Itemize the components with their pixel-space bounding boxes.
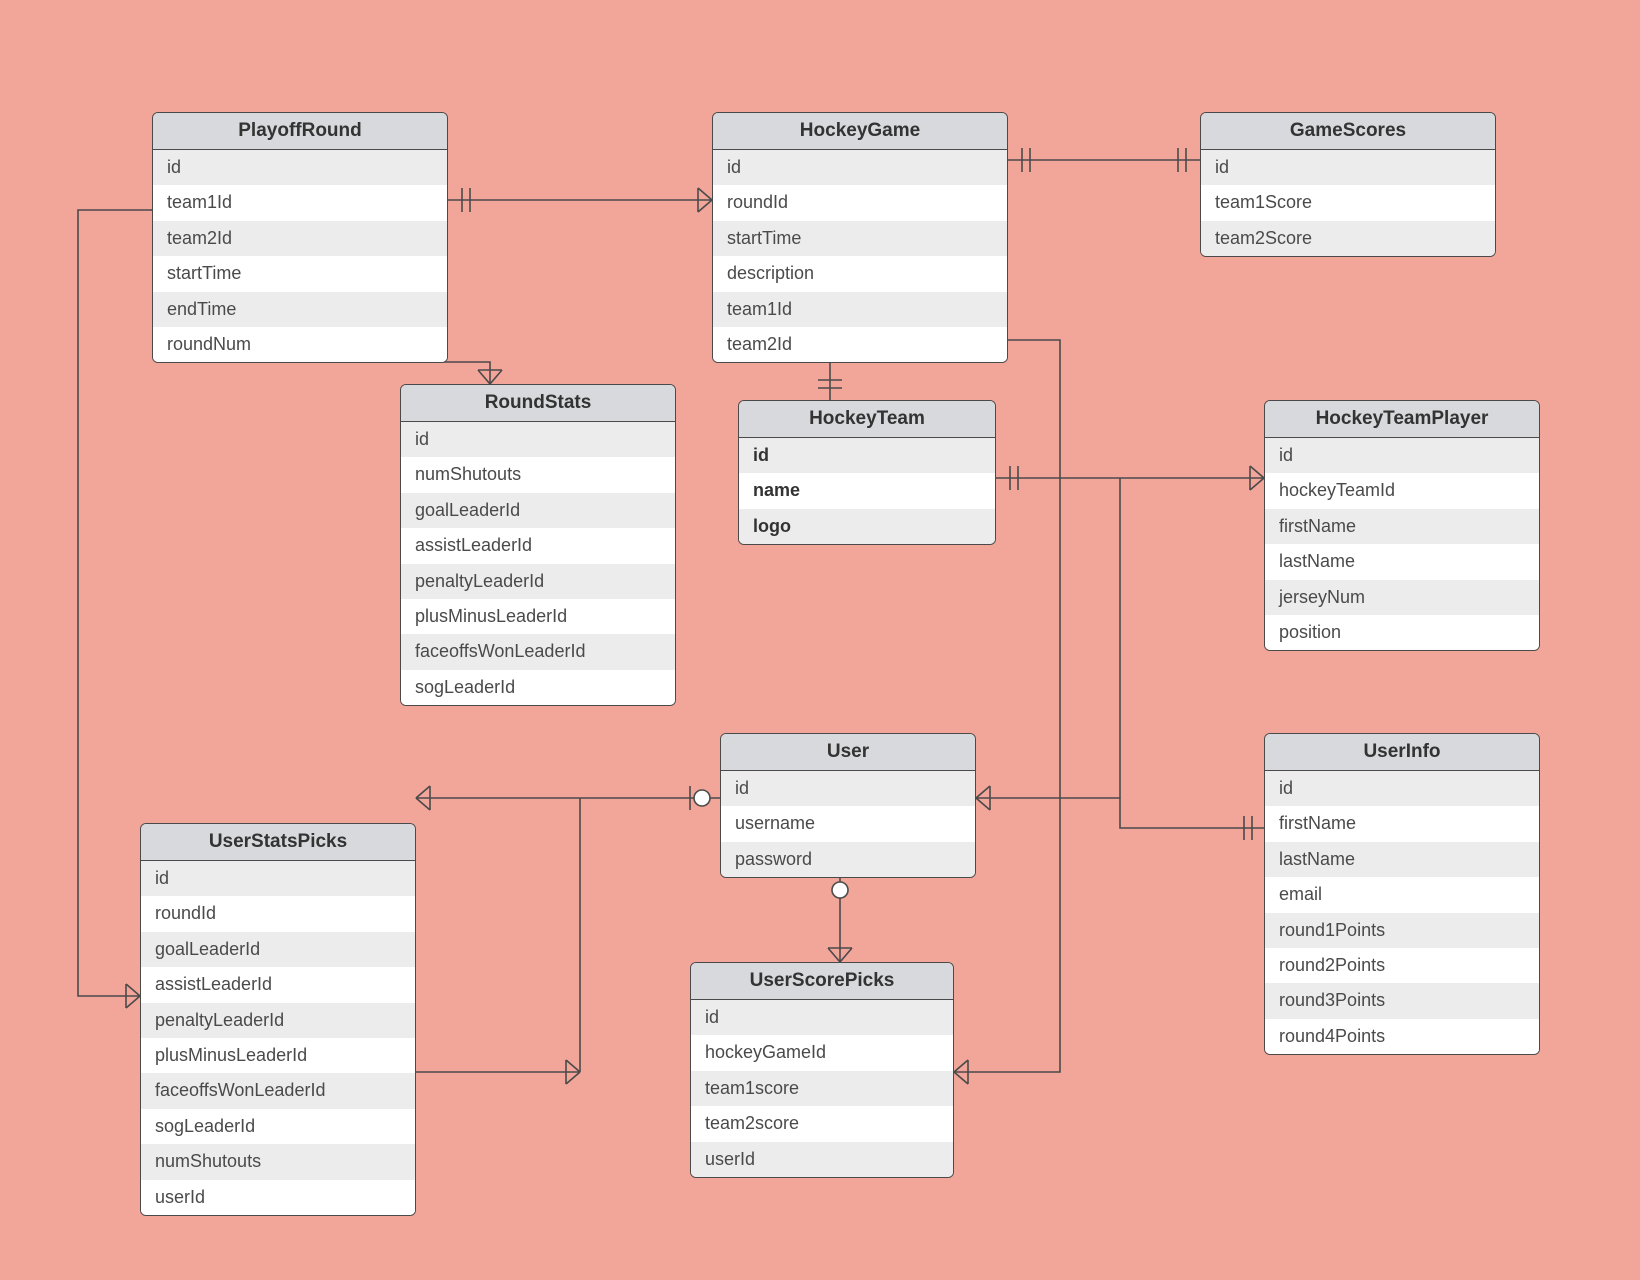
entity-field: faceoffsWonLeaderId <box>141 1073 415 1108</box>
entity-field: goalLeaderId <box>401 493 675 528</box>
entity-field: id <box>401 422 675 457</box>
entity-field: hockeyGameId <box>691 1035 953 1070</box>
entity-field: startTime <box>153 256 447 291</box>
entity-field: roundId <box>713 185 1007 220</box>
entity-field: userId <box>691 1142 953 1177</box>
entity-field: team2score <box>691 1106 953 1141</box>
entity-gameScores[interactable]: GameScoresidteam1Scoreteam2Score <box>1200 112 1496 257</box>
entity-field: team1score <box>691 1071 953 1106</box>
entity-field: lastName <box>1265 544 1539 579</box>
entity-field: plusMinusLeaderId <box>141 1038 415 1073</box>
entity-field: id <box>721 771 975 806</box>
entity-field: faceoffsWonLeaderId <box>401 634 675 669</box>
entity-field: position <box>1265 615 1539 650</box>
entity-title: GameScores <box>1201 113 1495 150</box>
entity-playoffRound[interactable]: PlayoffRoundidteam1Idteam2IdstartTimeend… <box>152 112 448 363</box>
entity-title: RoundStats <box>401 385 675 422</box>
entity-field: team2Id <box>713 327 1007 362</box>
entity-field: round1Points <box>1265 913 1539 948</box>
entity-roundStats[interactable]: RoundStatsidnumShutoutsgoalLeaderIdassis… <box>400 384 676 706</box>
entity-field: roundNum <box>153 327 447 362</box>
entity-field: plusMinusLeaderId <box>401 599 675 634</box>
entity-title: HockeyGame <box>713 113 1007 150</box>
entity-field: numShutouts <box>401 457 675 492</box>
entity-field: team1Id <box>153 185 447 220</box>
entity-title: UserScorePicks <box>691 963 953 1000</box>
entity-user[interactable]: Useridusernamepassword <box>720 733 976 878</box>
entity-field: jerseyNum <box>1265 580 1539 615</box>
entity-field: firstName <box>1265 806 1539 841</box>
entity-field: description <box>713 256 1007 291</box>
entity-field: penaltyLeaderId <box>401 564 675 599</box>
entity-field: assistLeaderId <box>401 528 675 563</box>
entity-field: userId <box>141 1180 415 1215</box>
entity-field: sogLeaderId <box>141 1109 415 1144</box>
entity-userScorePicks[interactable]: UserScorePicksidhockeyGameIdteam1scorete… <box>690 962 954 1178</box>
entity-field: goalLeaderId <box>141 932 415 967</box>
entity-field: team2Id <box>153 221 447 256</box>
entity-field: assistLeaderId <box>141 967 415 1002</box>
entity-field: startTime <box>713 221 1007 256</box>
entity-title: UserInfo <box>1265 734 1539 771</box>
entity-hockeyTeam[interactable]: HockeyTeamidnamelogo <box>738 400 996 545</box>
entity-field: logo <box>739 509 995 544</box>
entity-field: team2Score <box>1201 221 1495 256</box>
entity-hockeyTeamPlayer[interactable]: HockeyTeamPlayeridhockeyTeamIdfirstNamel… <box>1264 400 1540 651</box>
entity-field: roundId <box>141 896 415 931</box>
entity-userInfo[interactable]: UserInfoidfirstNamelastNameemailround1Po… <box>1264 733 1540 1055</box>
entity-field: id <box>153 150 447 185</box>
entity-field: sogLeaderId <box>401 670 675 705</box>
entity-field: penaltyLeaderId <box>141 1003 415 1038</box>
entity-field: id <box>1265 771 1539 806</box>
entity-field: id <box>713 150 1007 185</box>
entity-hockeyGame[interactable]: HockeyGameidroundIdstartTimedescriptiont… <box>712 112 1008 363</box>
entity-title: UserStatsPicks <box>141 824 415 861</box>
entity-field: id <box>739 438 995 473</box>
entity-title: HockeyTeamPlayer <box>1265 401 1539 438</box>
er-diagram-canvas: PlayoffRoundidteam1Idteam2IdstartTimeend… <box>0 0 1640 1280</box>
entity-title: PlayoffRound <box>153 113 447 150</box>
entity-field: name <box>739 473 995 508</box>
entity-field: id <box>1265 438 1539 473</box>
entity-field: username <box>721 806 975 841</box>
entity-field: round4Points <box>1265 1019 1539 1054</box>
entity-field: round2Points <box>1265 948 1539 983</box>
entity-field: endTime <box>153 292 447 327</box>
entity-field: team1Id <box>713 292 1007 327</box>
entity-field: id <box>141 861 415 896</box>
entity-userStatsPicks[interactable]: UserStatsPicksidroundIdgoalLeaderIdassis… <box>140 823 416 1216</box>
entity-title: HockeyTeam <box>739 401 995 438</box>
entity-field: firstName <box>1265 509 1539 544</box>
entity-field: password <box>721 842 975 877</box>
entity-title: User <box>721 734 975 771</box>
entity-field: numShutouts <box>141 1144 415 1179</box>
entity-field: hockeyTeamId <box>1265 473 1539 508</box>
entity-field: id <box>1201 150 1495 185</box>
entity-field: lastName <box>1265 842 1539 877</box>
entity-field: email <box>1265 877 1539 912</box>
entity-field: round3Points <box>1265 983 1539 1018</box>
entity-field: id <box>691 1000 953 1035</box>
entity-field: team1Score <box>1201 185 1495 220</box>
